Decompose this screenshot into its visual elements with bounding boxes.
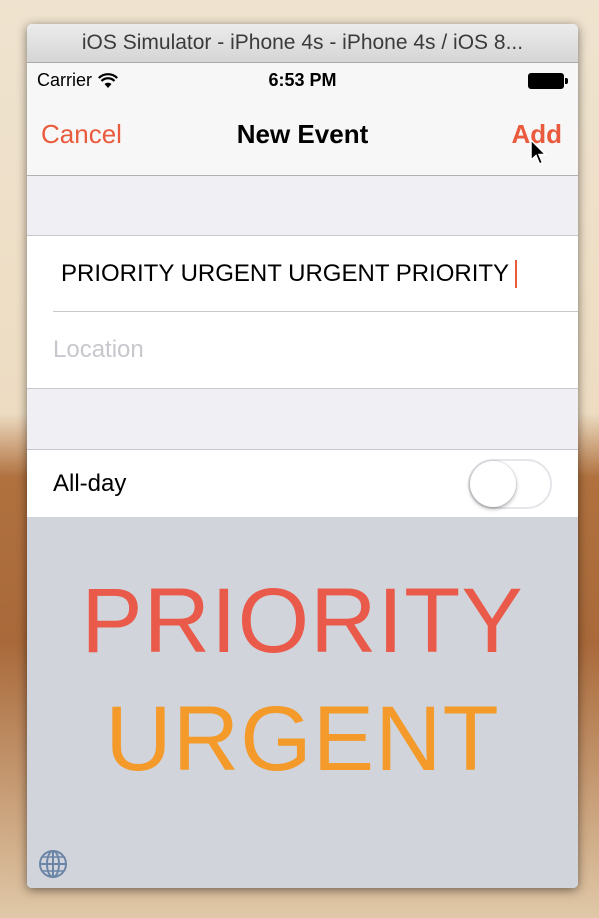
location-field[interactable]: Location [27,312,578,388]
window-titlebar[interactable]: iOS Simulator - iPhone 4s - iPhone 4s / … [27,24,578,63]
allday-row: All-day [27,450,578,517]
device-screen: Carrier 6:53 PM Cancel New Event Add PRI… [27,63,578,888]
globe-icon[interactable] [37,848,69,880]
allday-label: All-day [53,469,127,497]
emoji-suggestion-urgent[interactable]: URGENT [27,687,578,792]
keyboard-area: PRIORITY URGENT [27,517,578,888]
battery-icon [528,73,568,89]
status-bar: Carrier 6:53 PM [27,63,578,97]
simulator-window: iOS Simulator - iPhone 4s - iPhone 4s / … [27,24,578,888]
page-title: New Event [236,119,369,149]
text-caret [515,260,518,288]
window-title: iOS Simulator - iPhone 4s - iPhone 4s / … [81,31,524,54]
toggle-knob [470,460,516,507]
mouse-pointer-icon [530,139,548,165]
emoji-suggestion-priority[interactable]: PRIORITY [27,569,578,674]
location-placeholder: Location [53,336,144,363]
title-field[interactable]: PRIORITY URGENT URGENT PRIORITY [27,236,578,312]
navigation-bar: Cancel New Event Add [27,97,578,176]
status-time: 6:53 PM [268,70,337,90]
title-field-value: PRIORITY URGENT URGENT PRIORITY [61,260,510,287]
allday-toggle[interactable] [468,458,552,509]
event-details-group: PRIORITY URGENT URGENT PRIORITY Location [27,235,578,389]
allday-group: All-day [27,449,578,518]
